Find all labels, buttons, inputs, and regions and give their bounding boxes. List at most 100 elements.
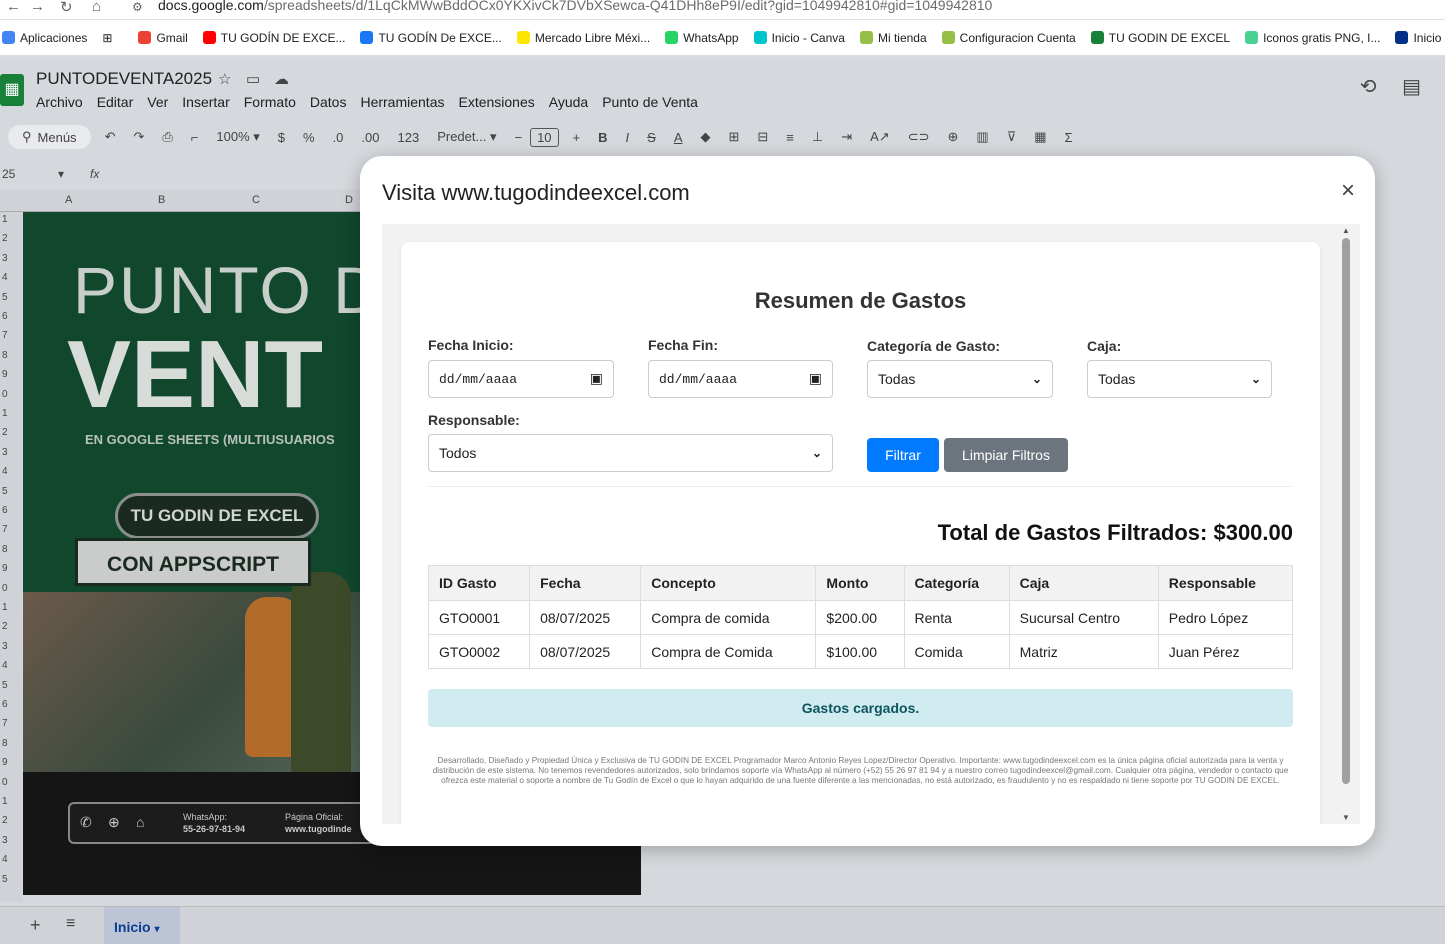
percent-button[interactable]: % [303, 130, 315, 145]
comments-icon[interactable]: ▤ [1402, 76, 1421, 98]
row-header[interactable]: 4 [2, 466, 8, 477]
menu-item[interactable]: Editar [97, 94, 134, 110]
row-header[interactable]: 0 [2, 583, 8, 594]
row-header[interactable]: 3 [2, 835, 8, 846]
row-header[interactable]: 1 [2, 408, 8, 419]
increase-decimal-button[interactable]: .00 [361, 130, 379, 145]
font-size-decrease-icon[interactable]: − [514, 130, 522, 145]
start-date-input[interactable]: dd/mm/aaaa ▣ [428, 360, 614, 398]
scroll-up-icon[interactable]: ▲ [1342, 226, 1350, 235]
bookmark-item[interactable]: Iconos gratis PNG, I... [1245, 31, 1380, 45]
menu-item[interactable]: Formato [244, 94, 296, 110]
merge-cells-icon[interactable]: ⊟ [757, 129, 768, 145]
clear-filters-button[interactable]: Limpiar Filtros [944, 438, 1068, 472]
row-header[interactable]: 5 [2, 292, 8, 303]
filter-views-icon[interactable]: ▦ [1034, 129, 1046, 145]
add-sheet-icon[interactable]: + [30, 915, 41, 936]
menu-item[interactable]: Ayuda [549, 94, 588, 110]
scroll-down-icon[interactable]: ▼ [1342, 813, 1350, 822]
text-color-icon[interactable]: A [674, 130, 683, 145]
bookmark-item[interactable]: Mi tienda [859, 31, 927, 45]
back-icon[interactable]: ← [6, 0, 21, 15]
filter-button[interactable]: Filtrar [867, 438, 939, 472]
move-folder-icon[interactable]: ▭ [246, 70, 260, 88]
bookmark-item[interactable]: Mercado Libre Méxi... [516, 31, 650, 45]
scrollbar[interactable]: ▲ ▼ [1338, 224, 1352, 824]
scrollbar-thumb[interactable] [1342, 238, 1350, 784]
row-header[interactable]: 7 [2, 330, 8, 341]
chevron-down-icon[interactable]: ▾ [58, 167, 64, 181]
font-size-input[interactable]: 10 [530, 127, 559, 147]
row-header[interactable]: 5 [2, 486, 8, 497]
column-header[interactable]: C [252, 194, 260, 206]
menu-item[interactable]: Datos [310, 94, 347, 110]
row-header[interactable]: 4 [2, 854, 8, 865]
end-date-input[interactable]: dd/mm/aaaa ▣ [648, 360, 833, 398]
box-select[interactable]: Todas ⌄ [1087, 360, 1272, 398]
row-header[interactable]: 9 [2, 757, 8, 768]
column-header[interactable]: A [65, 194, 72, 206]
menu-item[interactable]: Archivo [36, 94, 83, 110]
row-header[interactable]: 3 [2, 253, 8, 264]
row-header[interactable]: 8 [2, 350, 8, 361]
row-header[interactable]: 5 [2, 680, 8, 691]
redo-icon[interactable]: ↷ [133, 129, 144, 145]
menu-item[interactable]: Punto de Venta [602, 94, 698, 110]
row-header[interactable]: 2 [2, 233, 8, 244]
apps-icon[interactable]: ⊞ [102, 31, 112, 45]
row-header[interactable]: 0 [2, 777, 8, 788]
print-icon[interactable]: ⎙ [162, 129, 172, 145]
text-rotate-icon[interactable]: A↗ [870, 129, 890, 145]
comment-icon[interactable]: ⊕ [948, 129, 959, 145]
home-icon[interactable]: ⌂ [92, 0, 101, 15]
row-header[interactable]: 8 [2, 544, 8, 555]
site-info-icon[interactable]: ⚙ [132, 0, 143, 14]
row-header[interactable]: 2 [2, 427, 8, 438]
row-header[interactable]: 2 [2, 815, 8, 826]
row-header[interactable]: 1 [2, 796, 8, 807]
text-wrap-icon[interactable]: ⇥ [841, 129, 852, 145]
reload-icon[interactable]: ↻ [60, 0, 73, 16]
menu-item[interactable]: Ver [147, 94, 168, 110]
undo-icon[interactable]: ↶ [105, 129, 116, 145]
functions-icon[interactable]: Σ [1065, 130, 1073, 145]
forward-icon[interactable]: → [30, 0, 45, 15]
currency-button[interactable]: $ [278, 130, 285, 145]
bookmark-item[interactable]: Inicio - Canva [753, 31, 845, 45]
bookmark-item[interactable]: TU GODIN DE EXCEL [1090, 31, 1230, 45]
italic-icon[interactable]: I [626, 130, 630, 145]
row-header[interactable]: 9 [2, 369, 8, 380]
calendar-icon[interactable]: ▣ [809, 371, 822, 388]
zoom-select[interactable]: 100% ▾ [216, 129, 259, 145]
decrease-decimal-button[interactable]: .0 [333, 130, 344, 145]
font-select[interactable]: Predet... ▾ [437, 129, 496, 145]
paint-format-icon[interactable]: ⌐ [191, 130, 199, 145]
borders-icon[interactable]: ⊞ [728, 129, 739, 145]
close-icon[interactable]: × [1341, 178, 1355, 204]
bookmark-item[interactable]: TU GODÍN De EXCE... [360, 31, 502, 45]
owner-select[interactable]: Todos ⌄ [428, 434, 833, 472]
star-icon[interactable]: ☆ [218, 70, 231, 88]
link-icon[interactable]: ⊂⊃ [908, 129, 930, 145]
bookmark-item[interactable]: Aplicaciones [2, 31, 87, 45]
bold-icon[interactable]: B [598, 130, 607, 145]
number-format-button[interactable]: 123 [397, 130, 419, 145]
category-select[interactable]: Todas ⌄ [867, 360, 1053, 398]
filter-icon[interactable]: ⊽ [1007, 129, 1017, 145]
all-sheets-icon[interactable]: ≡ [66, 915, 75, 933]
document-title[interactable]: PUNTODEVENTA2025 [36, 69, 212, 89]
row-header[interactable]: 6 [2, 311, 8, 322]
chart-icon[interactable]: ▥ [976, 129, 988, 145]
row-header[interactable]: 6 [2, 505, 8, 516]
bookmark-item[interactable]: TU GODÍN DE EXCE... [202, 31, 345, 45]
row-header[interactable]: 1 [2, 214, 8, 225]
fill-color-icon[interactable]: ◆ [700, 129, 710, 145]
sheet-tab-inicio[interactable]: Inicio ▾ [104, 907, 180, 944]
row-header[interactable]: 7 [2, 718, 8, 729]
row-header[interactable]: 0 [2, 389, 8, 400]
row-header[interactable]: 2 [2, 621, 8, 632]
menu-item[interactable]: Extensiones [458, 94, 534, 110]
row-header[interactable]: 3 [2, 641, 8, 652]
bookmark-item[interactable]: WhatsApp [665, 31, 739, 45]
calendar-icon[interactable]: ▣ [590, 371, 603, 388]
